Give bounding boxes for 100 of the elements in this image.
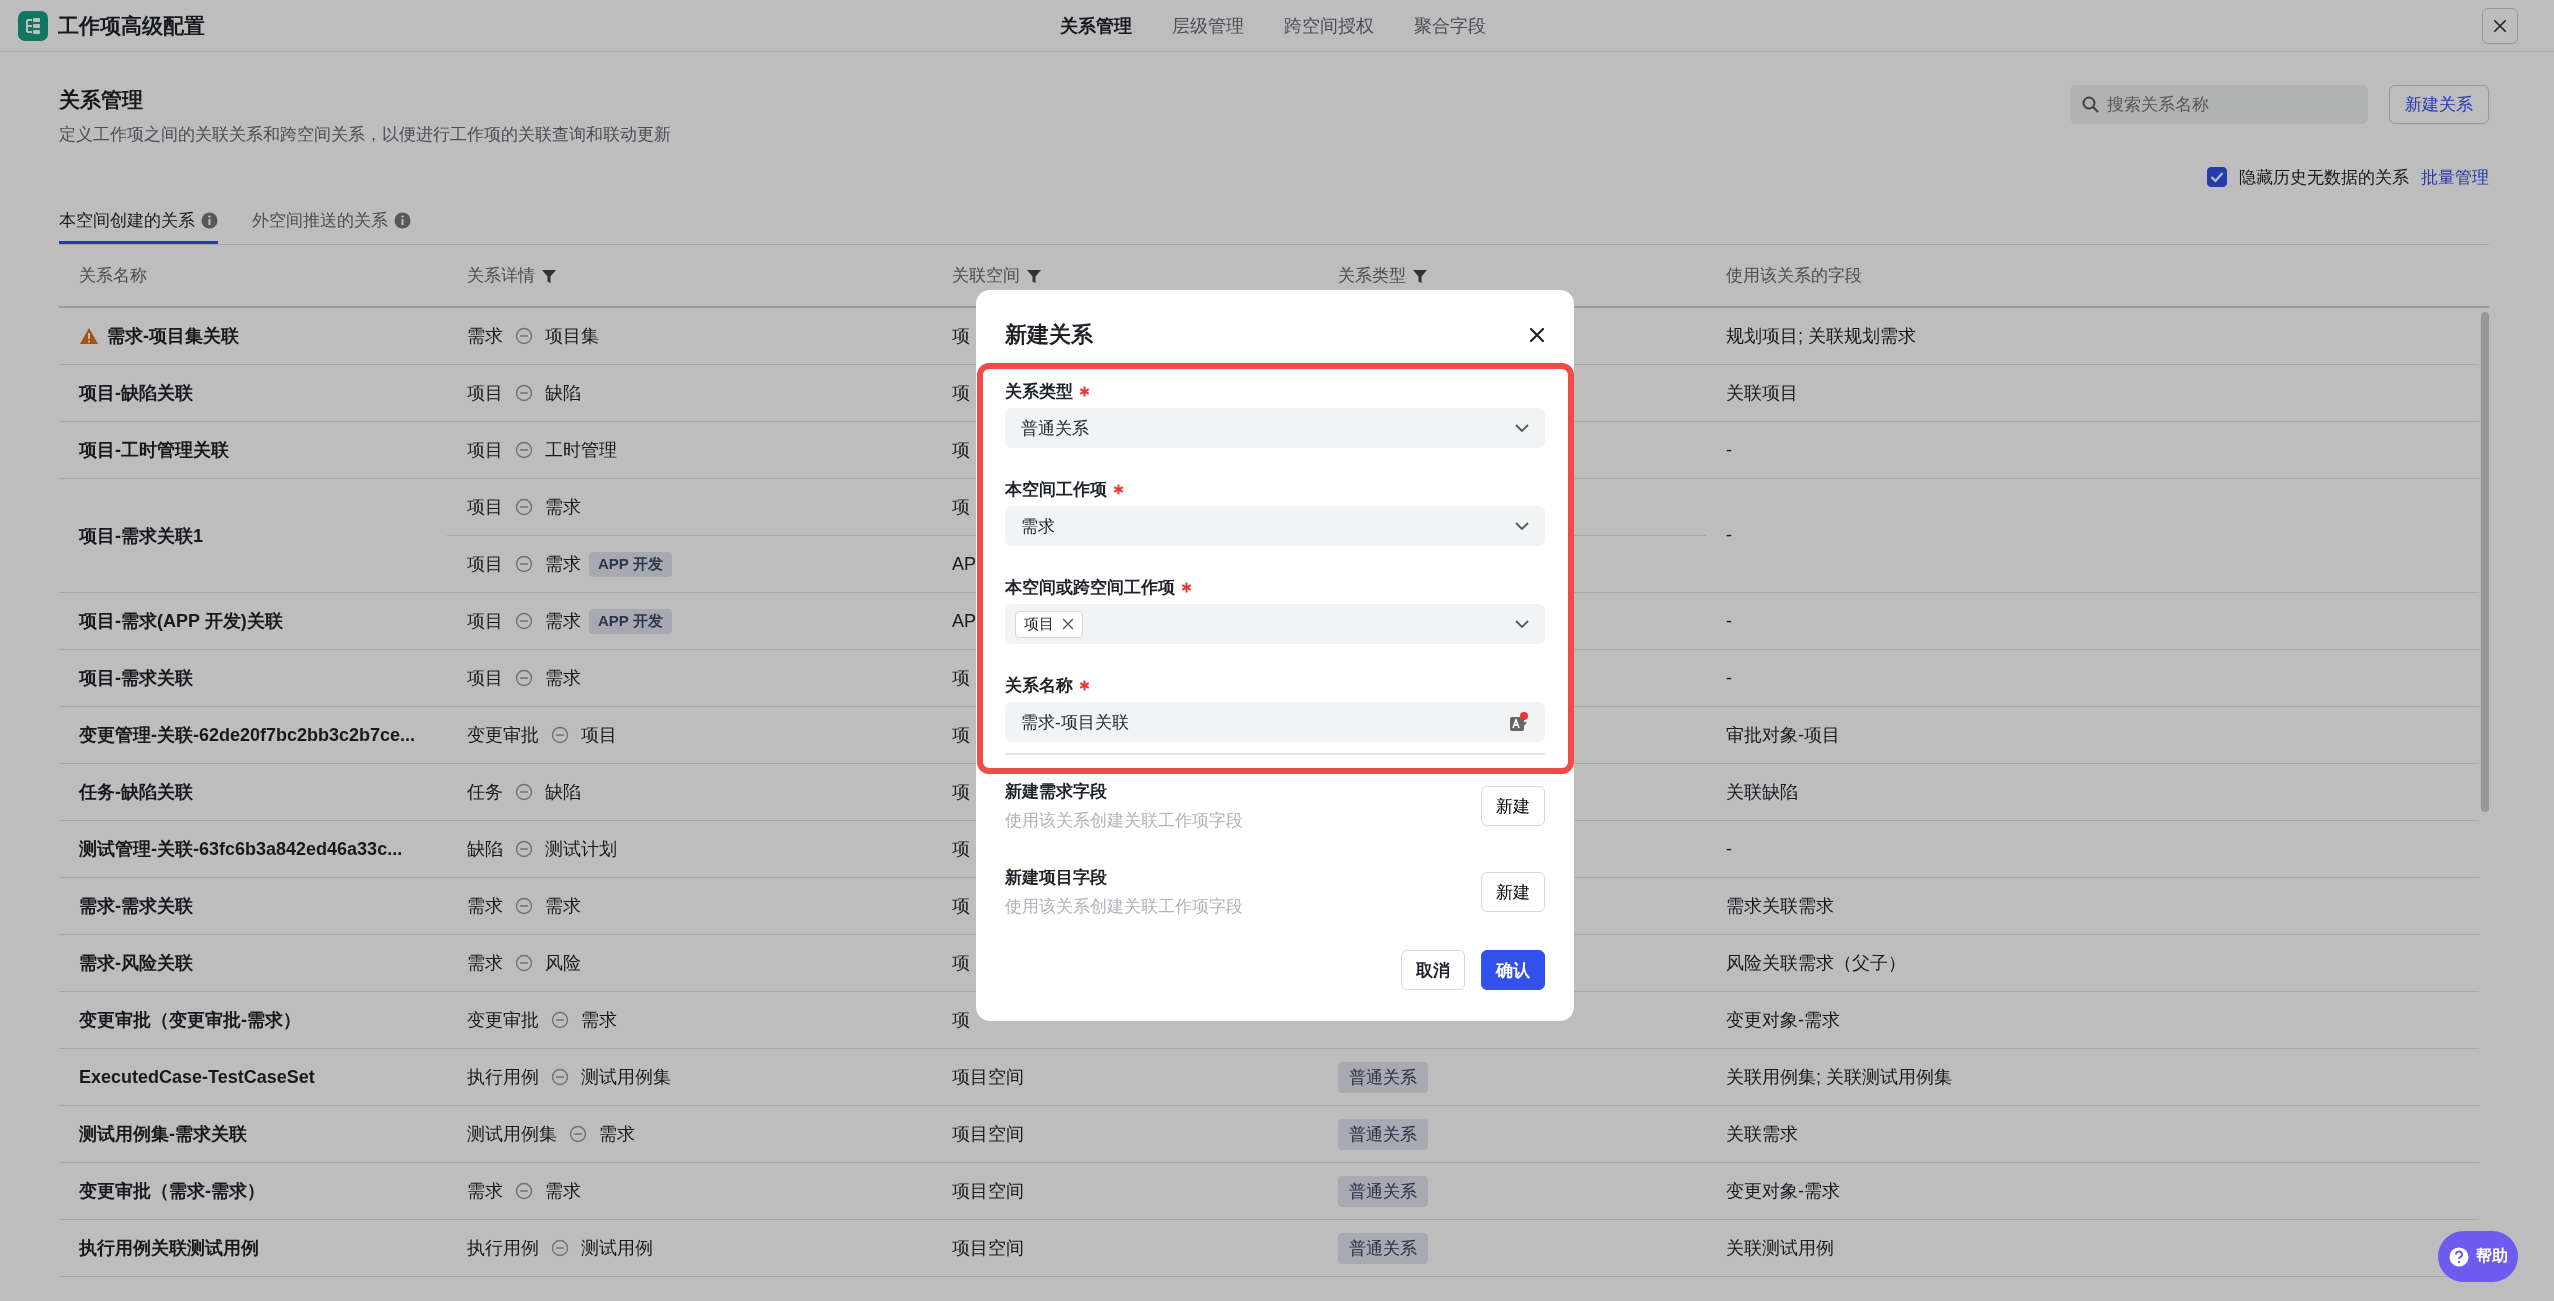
field-label: 关系类型 xyxy=(1005,381,1073,403)
field-names: - xyxy=(1726,838,1732,860)
dialog-title: 新建关系 xyxy=(1005,321,1093,349)
link-icon xyxy=(515,498,533,516)
relation-name: 变更审批（需求-需求） xyxy=(79,1180,265,1203)
relation-type-tag: 普通关系 xyxy=(1338,1232,1428,1264)
relation-name: 变更审批（变更审批-需求） xyxy=(79,1009,301,1032)
search-field[interactable]: 搜索关系名称 xyxy=(2070,85,2368,124)
relation-name: 测试用例集-需求关联 xyxy=(79,1123,247,1146)
ai-edit-icon[interactable] xyxy=(1509,711,1529,733)
select-field[interactable]: 需求 xyxy=(1005,506,1545,546)
column-header: 关系名称 xyxy=(79,265,147,287)
cancel-button[interactable]: 取消 xyxy=(1401,950,1465,990)
work-item-name: 需求 xyxy=(545,667,581,690)
page-title: 关系管理 xyxy=(59,87,144,113)
info-icon xyxy=(394,212,411,229)
confirm-button[interactable]: 确认 xyxy=(1481,950,1545,990)
space-name: AP xyxy=(952,553,976,575)
relation-type-tag: 普通关系 xyxy=(1338,1061,1428,1093)
nav-tab[interactable]: 层级管理 xyxy=(1172,13,1244,38)
batch-manage-link[interactable]: 批量管理 xyxy=(2421,165,2489,189)
work-item-name: 测试用例 xyxy=(581,1237,653,1260)
field-names: 审批对象-项目 xyxy=(1726,724,1840,747)
field-names: 风险关联需求（父子） xyxy=(1726,952,1906,975)
work-item-name: 需求 xyxy=(545,496,581,519)
field-names: 关联需求 xyxy=(1726,1123,1798,1146)
field-names: 关联测试用例 xyxy=(1726,1237,1834,1260)
space-name: 项 xyxy=(952,667,970,690)
work-item-name: 需求 xyxy=(581,1009,617,1032)
work-item-name: 执行用例 xyxy=(467,1237,539,1260)
link-icon xyxy=(515,327,533,345)
app-title: 工作项高级配置 xyxy=(58,12,205,39)
create-button[interactable]: 新建 xyxy=(1481,786,1545,826)
field-title: 新建项目字段 xyxy=(1005,867,1108,889)
work-item-name: 缺陷 xyxy=(467,838,503,861)
field-names: 需求关联需求 xyxy=(1726,895,1834,918)
work-item-name: 需求 xyxy=(545,553,581,576)
checkbox[interactable] xyxy=(2207,167,2227,187)
work-item-name: 项目 xyxy=(581,724,617,747)
field-label: 本空间或跨空间工作项 xyxy=(1005,577,1175,599)
work-item-name: 项目 xyxy=(467,667,503,690)
field-names: 规划项目; 关联规划需求 xyxy=(1726,325,1916,348)
work-item-name: 测试用例集 xyxy=(581,1066,671,1089)
sub-tab[interactable]: 本空间创建的关系 xyxy=(59,200,218,244)
relation-name: 变更管理-关联-62de20f7bc2bb3c2b7ce... xyxy=(79,724,416,747)
work-item-name: 风险 xyxy=(545,952,581,975)
link-icon xyxy=(551,726,569,744)
checkbox-label: 隐藏历史无数据的关系 xyxy=(2239,166,2409,189)
nav-tab[interactable]: 聚合字段 xyxy=(1414,13,1486,38)
field-hint: 使用该关系创建关联工作项字段 xyxy=(1005,896,1243,918)
link-icon xyxy=(515,669,533,687)
field-names: 变更对象-需求 xyxy=(1726,1180,1840,1203)
work-item-name: 需求 xyxy=(467,952,503,975)
field-hint: 使用该关系创建关联工作项字段 xyxy=(1005,810,1243,832)
work-item-name: 测试计划 xyxy=(545,838,617,861)
work-item-name: 变更审批 xyxy=(467,1009,539,1032)
work-item-name: 项目 xyxy=(467,382,503,405)
sub-tab[interactable]: 外空间推送的关系 xyxy=(252,200,411,244)
space-name: AP xyxy=(952,610,976,632)
page-description: 定义工作项之间的关联关系和跨空间关系，以便进行工作项的关联查询和联动更新 xyxy=(59,124,671,146)
space-name: 项 xyxy=(952,781,970,804)
relation-name: 项目-缺陷关联 xyxy=(79,382,193,405)
relation-type-tag: 普通关系 xyxy=(1338,1118,1428,1150)
new-relation-button[interactable]: 新建关系 xyxy=(2389,85,2489,124)
selected-chip[interactable]: 项目 xyxy=(1015,610,1083,638)
field-names: - xyxy=(1726,667,1732,689)
text-field[interactable]: 需求-项目关联 xyxy=(1005,702,1545,742)
space-name: 项目空间 xyxy=(952,1180,1024,1203)
close-icon[interactable] xyxy=(2493,18,2507,33)
filter-icon[interactable] xyxy=(1026,267,1042,284)
select-field[interactable]: 普通关系 xyxy=(1005,408,1545,448)
link-icon xyxy=(515,441,533,459)
relation-name: 测试管理-关联-63fc6b3a842ed46a33c... xyxy=(79,838,403,861)
space-name: 项 xyxy=(952,838,970,861)
relation-name: 项目-工时管理关联 xyxy=(79,439,229,462)
scrollbar[interactable] xyxy=(2481,312,2489,812)
close-icon[interactable] xyxy=(1529,327,1545,343)
work-item-name: 项目 xyxy=(467,610,503,633)
field-label: 本空间工作项 xyxy=(1005,479,1107,501)
link-icon xyxy=(515,897,533,915)
link-icon xyxy=(515,612,533,630)
space-name: 项目空间 xyxy=(952,1066,1024,1089)
link-icon xyxy=(515,384,533,402)
link-icon xyxy=(515,1182,533,1200)
filter-icon[interactable] xyxy=(1412,267,1428,284)
filter-icon[interactable] xyxy=(541,267,557,284)
nav-tab[interactable]: 关系管理 xyxy=(1060,13,1132,38)
link-icon xyxy=(515,954,533,972)
close-button[interactable] xyxy=(2482,7,2518,44)
space-name: 项目空间 xyxy=(952,1123,1024,1146)
info-icon xyxy=(201,212,218,229)
remove-icon[interactable] xyxy=(1062,618,1074,630)
column-header: 关系类型 xyxy=(1338,265,1406,287)
nav-tab[interactable]: 跨空间授权 xyxy=(1284,13,1374,38)
chevron-down-icon xyxy=(1515,619,1529,629)
create-button[interactable]: 新建 xyxy=(1481,872,1545,912)
field-names: - xyxy=(1726,439,1732,461)
work-item-name: 需求 xyxy=(545,610,581,633)
multi-select-field[interactable]: 项目 xyxy=(1005,604,1545,644)
help-button[interactable]: 帮助 xyxy=(2438,1231,2518,1282)
